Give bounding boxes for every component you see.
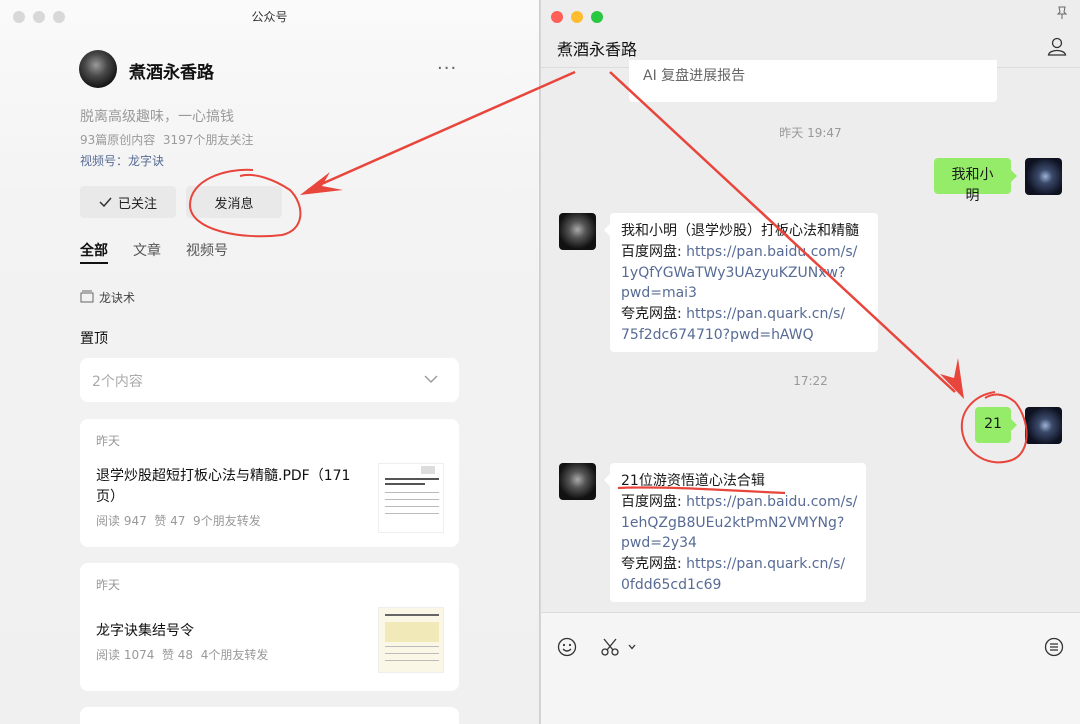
chevron-down-icon xyxy=(424,375,438,383)
account-bio: 脱离高级趣味，一心搞钱 xyxy=(80,109,234,125)
article-meta: 阅读 947 赞 47 9个朋友转发 xyxy=(96,514,261,528)
tab-channels[interactable]: 视频号 xyxy=(186,240,228,260)
official-account-window: 公众号 煮酒永香路 ··· 脱离高级趣味，一心搞钱 93篇原创内容 3197个朋… xyxy=(0,0,540,724)
timestamp: 昨天 19:47 xyxy=(779,126,842,140)
message-input-area[interactable] xyxy=(541,612,1080,724)
article-title: 龙字诀集结号令 xyxy=(96,623,194,639)
scissors-icon[interactable] xyxy=(600,637,622,657)
my-message-bubble[interactable]: 我和小明 xyxy=(934,158,1011,204)
tab-all[interactable]: 全部 xyxy=(80,240,108,260)
album-icon xyxy=(80,290,94,303)
chat-window: 煮酒永香路 AI 复盘进展报告 昨天 19:47 我和小明 我和小明（退学炒股）… xyxy=(541,0,1080,724)
reply-message-bubble[interactable]: 我和小明（退学炒股）打板心法和精髓 百度网盘: https://pan.baid… xyxy=(610,213,878,352)
article-card[interactable]: 昨天 龙字诀集结号令 阅读 1074 赞 48 4个朋友转发 xyxy=(80,563,459,691)
send-message-button[interactable]: 发消息 xyxy=(186,186,282,218)
more-options-icon[interactable]: ··· xyxy=(437,58,457,79)
chat-title: 煮酒永香路 xyxy=(557,40,638,59)
baidu-link[interactable]: 1ehQZgB8UEu2ktPmN2VMYNg? xyxy=(621,513,855,534)
chat-history-icon[interactable] xyxy=(1044,637,1064,657)
emoji-icon[interactable] xyxy=(557,637,577,657)
reply-title: 21位游资悟道心法合辑 xyxy=(621,473,765,489)
my-avatar[interactable] xyxy=(1025,158,1062,195)
baidu-link[interactable]: https://pan.baidu.com/s/ xyxy=(686,494,857,510)
album-label[interactable]: 龙诀术 xyxy=(99,289,135,306)
my-message-text: 21 xyxy=(984,416,1002,432)
profile-icon[interactable] xyxy=(1047,37,1067,56)
bubble-tail xyxy=(1011,419,1017,431)
account-avatar[interactable] xyxy=(79,50,117,88)
baidu-link[interactable]: pwd=2y34 xyxy=(621,533,855,554)
tab-articles[interactable]: 文章 xyxy=(133,240,161,260)
quark-link[interactable]: https://pan.quark.cn/s/ xyxy=(686,306,845,322)
my-avatar[interactable] xyxy=(1025,407,1062,444)
article-card[interactable] xyxy=(80,707,459,724)
previous-message-bubble[interactable]: AI 复盘进展报告 xyxy=(629,60,997,102)
chevron-down-icon[interactable] xyxy=(628,644,636,650)
bubble-tail xyxy=(1011,170,1017,182)
article-thumbnail xyxy=(378,607,444,673)
baidu-link[interactable]: 1yQfYGWaTWy3UAzyuKZUNxw? xyxy=(621,263,867,284)
quark-label: 夸克网盘: xyxy=(621,306,687,323)
reply-title: 我和小明（退学炒股）打板心法和精髓 xyxy=(621,223,859,239)
pinned-dropdown[interactable]: 2个内容 xyxy=(80,358,459,402)
article-meta: 阅读 1074 赞 48 4个朋友转发 xyxy=(96,648,269,662)
pin-icon[interactable] xyxy=(1056,6,1068,20)
baidu-link[interactable]: https://pan.baidu.com/s/ xyxy=(686,244,857,260)
tab-underline xyxy=(80,262,108,264)
pinned-heading: 置顶 xyxy=(80,331,108,347)
previous-message-text: AI 复盘进展报告 xyxy=(643,68,746,84)
reply-message-bubble[interactable]: 21位游资悟道心法合辑 百度网盘: https://pan.baidu.com/… xyxy=(610,463,866,602)
check-icon xyxy=(99,197,112,207)
pinned-dropdown-label: 2个内容 xyxy=(92,374,143,390)
quark-link[interactable]: 0fdd65cd1c69 xyxy=(621,575,855,596)
followed-label: 已关注 xyxy=(117,196,157,212)
account-stats: 93篇原创内容 3197个朋友关注 xyxy=(80,133,254,147)
article-thumbnail xyxy=(378,463,444,533)
account-avatar[interactable] xyxy=(559,213,596,250)
article-date: 昨天 xyxy=(96,578,121,592)
quark-label: 夸克网盘: xyxy=(621,556,687,573)
timestamp: 17:22 xyxy=(793,374,828,388)
quark-link[interactable]: https://pan.quark.cn/s/ xyxy=(686,556,845,572)
minimize-window-button[interactable] xyxy=(571,11,583,23)
account-avatar[interactable] xyxy=(559,463,596,500)
baidu-link[interactable]: pwd=mai3 xyxy=(621,283,867,304)
my-message-bubble[interactable]: 21 xyxy=(975,407,1011,443)
send-message-label: 发消息 xyxy=(214,196,254,212)
article-date: 昨天 xyxy=(96,434,121,448)
baidu-label: 百度网盘: xyxy=(621,243,687,260)
article-title: 退学炒股超短打板心法与精髓.PDF（171页） xyxy=(96,468,351,505)
channel-link[interactable]: 视频号：龙字诀 xyxy=(80,152,164,169)
article-card[interactable]: 昨天 退学炒股超短打板心法与精髓.PDF（171页） 阅读 947 赞 47 9… xyxy=(80,419,459,547)
zoom-window-button[interactable] xyxy=(591,11,603,23)
baidu-label: 百度网盘: xyxy=(621,493,687,510)
account-name: 煮酒永香路 xyxy=(129,63,214,83)
close-window-button[interactable] xyxy=(551,11,563,23)
my-message-text: 我和小明 xyxy=(951,167,994,204)
followed-button[interactable]: 已关注 xyxy=(80,186,176,218)
quark-link[interactable]: 75f2dc674710?pwd=hAWQ xyxy=(621,325,867,346)
window-title: 公众号 xyxy=(251,10,288,24)
